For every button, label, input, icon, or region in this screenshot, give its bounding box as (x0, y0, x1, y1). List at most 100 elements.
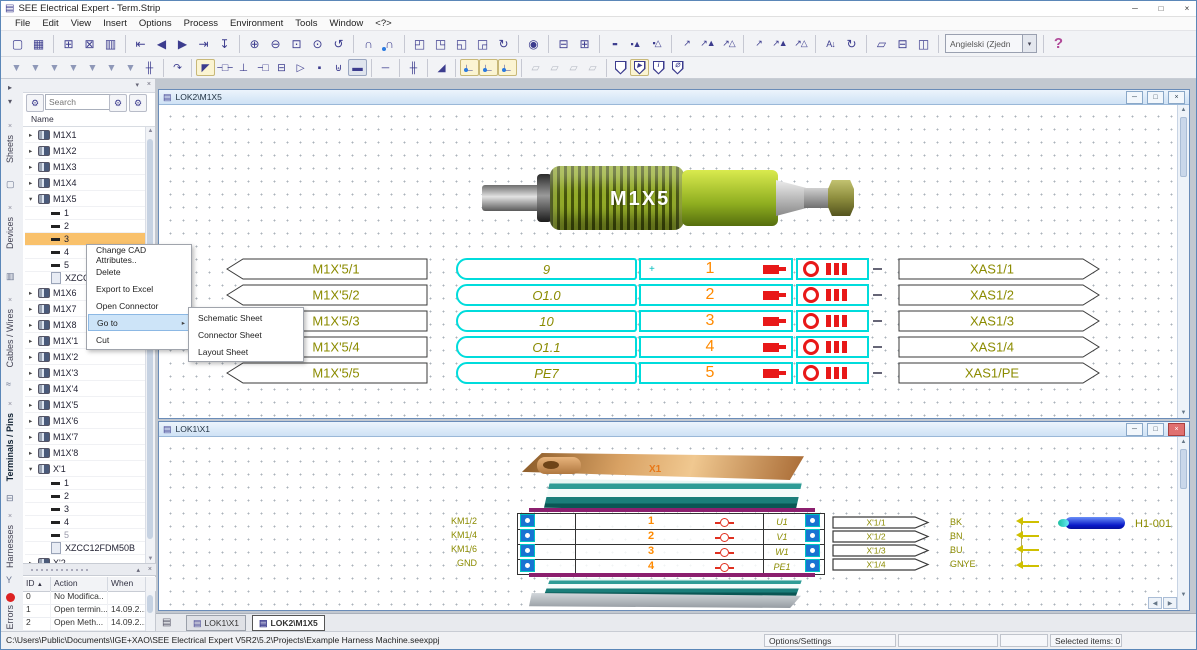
destination-label[interactable]: X'1/4 (832, 558, 930, 571)
terminal-label-left[interactable]: M1X'5/1 (226, 258, 428, 280)
zoom-in-icon[interactable]: ⊕ (244, 34, 265, 54)
shade-sw-icon[interactable]: ◱ (451, 34, 472, 54)
terminal-pin-cell[interactable] (520, 559, 535, 572)
terminal-row-5[interactable]: M1X'5/5 PE7 5 XAS1/PE (159, 362, 1189, 384)
menu-file[interactable]: File (9, 18, 36, 29)
tile-vertical-icon[interactable]: ◫ (913, 34, 934, 54)
terminal-pin-cell[interactable] (520, 514, 535, 527)
insert-connection-1-icon[interactable]: ∟ (460, 59, 479, 76)
tree-item-m1x3[interactable]: ▸M1X3 (25, 159, 147, 175)
close-harnesses-tab-icon[interactable]: × (8, 513, 12, 520)
cable-draw-icon[interactable]: ↗ (748, 34, 769, 54)
menu-help[interactable]: <?> (369, 18, 397, 29)
expand-arrow-icon[interactable]: ▸ (29, 305, 38, 313)
filter-wires-icon[interactable]: ▼ (64, 59, 83, 76)
doc1-minimize-button[interactable]: ─ (1126, 91, 1143, 104)
doc1-canvas[interactable]: M1X5 M1X'5/1 9 +1 XAS1/1 M1X'5/2 O1.0 2 (159, 105, 1189, 418)
wire-name-cell[interactable]: 10 (456, 310, 637, 332)
terminal-free-icon[interactable]: ▪△ (646, 34, 667, 54)
wire-name-cell[interactable]: O1.0 (456, 284, 637, 306)
menu-options[interactable]: Options (133, 18, 178, 29)
ruler-icon[interactable]: ╫ (140, 59, 159, 76)
expand-arrow-icon[interactable]: ▸ (29, 433, 38, 441)
device-pin-label[interactable]: KM1/6 (441, 544, 477, 554)
filter-sheets-icon[interactable]: ▼ (26, 59, 45, 76)
filter-all-icon[interactable]: ▼ (7, 59, 26, 76)
seal-cell[interactable] (796, 310, 869, 332)
new-sheet-icon[interactable]: ▢ (7, 34, 28, 54)
menu-item-go-to[interactable]: Go to▸ (88, 314, 190, 331)
jump-to-icon[interactable]: ↷ (168, 59, 187, 76)
sidebar-tab-sheets[interactable]: Sheets (5, 135, 15, 163)
ruler-2-icon[interactable]: ╫ (404, 59, 423, 76)
terminal-label-right[interactable]: XAS1/1 (898, 258, 1100, 280)
seal-cell[interactable] (796, 284, 869, 306)
expand-arrow-icon[interactable]: ▸ (29, 369, 38, 377)
protection-info-shield-icon[interactable]: i (649, 59, 668, 76)
select-pointer-icon[interactable]: ◤ (196, 59, 215, 76)
tree-item-x1-pin-2[interactable]: 2 (25, 490, 147, 503)
dropdown-arrow-icon[interactable]: ▾ (1022, 35, 1036, 52)
panel-collapse-icon[interactable]: ▾ (8, 97, 12, 106)
menu-item-change-cad-attributes[interactable]: Change CAD Attributes.. (88, 246, 190, 263)
terminal-row-4[interactable]: M1X'5/4 O1.1 4 XAS1/4 (159, 336, 1189, 358)
splitter-grip[interactable] (31, 569, 91, 571)
save-icon[interactable]: ▦ (28, 34, 49, 54)
history-row[interactable]: 0No Modifica.. (23, 591, 147, 605)
first-sheet-icon[interactable]: ⇤ (130, 34, 151, 54)
menu-item-export-to-excel[interactable]: Export to Excel (88, 280, 190, 297)
close-sheets-tab-icon[interactable]: × (8, 123, 12, 130)
tree-item-m1x2[interactable]: ▸M1X2 (25, 143, 147, 159)
cad-attributes-icon[interactable]: ◉ (523, 34, 544, 54)
scroll-left-icon[interactable]: ◀ (1148, 597, 1162, 609)
symbol-terminal-icon[interactable]: −□− (215, 59, 234, 76)
filter-devices-icon[interactable]: ▼ (45, 59, 64, 76)
history-scrollbar[interactable] (145, 591, 155, 633)
menu-edit[interactable]: Edit (36, 18, 64, 29)
terminal-pin-cell[interactable] (520, 529, 535, 542)
symbol-arrow-icon[interactable]: ▷ (291, 59, 310, 76)
tree-item-x1-pin-3[interactable]: 3 (25, 503, 147, 516)
cable-free-icon[interactable]: ↗△ (790, 34, 811, 54)
symbol-block-icon[interactable]: ▪ (310, 59, 329, 76)
terminal-pin-cell[interactable] (805, 514, 820, 527)
tree-item-m1x5[interactable]: ▾M1X5 (25, 191, 147, 207)
tree-item-x1-pin-4[interactable]: 4 (25, 516, 147, 529)
options-settings-cell[interactable]: Options/Settings (764, 634, 896, 647)
line-tool-icon[interactable]: ─ (376, 59, 395, 76)
collapse-arrow-icon[interactable]: ▾ (29, 465, 38, 473)
expand-arrow-icon[interactable]: ▸ (29, 131, 38, 139)
protection-run-shield-icon[interactable]: ▶ (630, 59, 649, 76)
wire-free-icon[interactable]: ↗△ (718, 34, 739, 54)
pin-cell[interactable]: 2 (639, 284, 793, 306)
history-splitter[interactable]: ▴ × (23, 563, 156, 576)
connector-generate-icon[interactable]: ⊞ (574, 34, 595, 54)
doc2-vertical-scrollbar[interactable]: ▲ ▼ (1177, 437, 1189, 610)
destination-label[interactable]: X'1/3 (832, 544, 930, 557)
close-terminals-tab-icon[interactable]: × (8, 401, 12, 408)
sidebar-tab-devices[interactable]: Devices (5, 217, 15, 249)
symbol-ground-icon[interactable]: ⊥ (234, 59, 253, 76)
submenu-item-schematic-sheet[interactable]: Schematic Sheet (190, 309, 302, 326)
history-row[interactable]: 1Open termin...14.09.2... (23, 604, 147, 618)
tree-item-m1x-7[interactable]: ▸M1X'7 (25, 429, 147, 445)
ramp-tool-icon[interactable]: ◢ (432, 59, 451, 76)
tree-item-x-1[interactable]: ▾X'1 (25, 461, 147, 477)
tree-item-m1x-3[interactable]: ▸M1X'3 (25, 365, 147, 381)
tree-item-m1x-8[interactable]: ▸M1X'8 (25, 445, 147, 461)
insert-connection-3-icon[interactable]: ∟ (498, 59, 517, 76)
symbol-clamp-icon[interactable]: ⊎ (329, 59, 348, 76)
menu-process[interactable]: Process (178, 18, 224, 29)
history-row[interactable]: 2Open Meth...14.09.2... (23, 617, 147, 631)
doc1-maximize-button[interactable]: □ (1147, 91, 1164, 104)
expand-arrow-icon[interactable]: ▸ (29, 289, 38, 297)
sidebar-tab-cables-wires[interactable]: Cables / Wires (5, 309, 15, 368)
terminal-pin-cell[interactable] (805, 529, 820, 542)
language-select[interactable]: Angielski (Zjedn ▾ (945, 34, 1037, 53)
shade-se-icon[interactable]: ◲ (472, 34, 493, 54)
cable-up-icon[interactable]: ↗▲ (769, 34, 790, 54)
terminal-label-left[interactable]: M1X'5/2 (226, 284, 428, 306)
pin-cell[interactable]: 3 (639, 310, 793, 332)
menu-item-delete[interactable]: Delete (88, 263, 190, 280)
scroll-down-icon[interactable]: ▼ (146, 556, 155, 562)
